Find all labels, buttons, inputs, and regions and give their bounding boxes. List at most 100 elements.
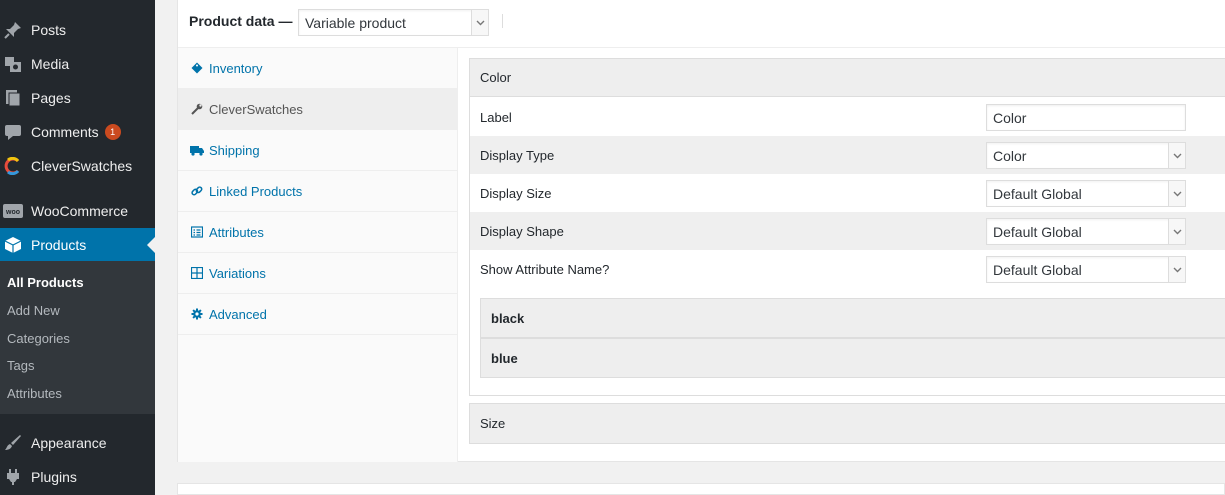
pages-icon (3, 88, 23, 108)
product-data-header: Product data — Variable product (178, 0, 1225, 48)
row-display-shape: Display Shape Default Global (470, 212, 1225, 250)
chevron-down-icon (1168, 257, 1185, 282)
row-display-type: Display Type Color (470, 136, 1225, 174)
row-show-attribute-name: Show Attribute Name? Default Global (470, 250, 1225, 288)
attribute-title: Color (480, 70, 512, 85)
tab-variations[interactable]: Variations (178, 253, 457, 294)
plugin-icon (3, 467, 23, 487)
svg-text:woo: woo (5, 209, 20, 216)
admin-sidebar: Posts Media Pages Comments 1 CleverSwatc… (0, 0, 155, 495)
attribute-title: Size (480, 416, 506, 431)
comment-icon (3, 122, 23, 142)
term-label: black (491, 310, 525, 326)
chevron-down-icon (1168, 181, 1185, 206)
label-input[interactable]: Color (986, 104, 1186, 131)
media-icon (3, 54, 23, 74)
list-icon (189, 226, 205, 238)
tab-attributes[interactable]: Attributes (178, 212, 457, 253)
menu-item-products[interactable]: Products (0, 228, 155, 262)
menu-item-plugins[interactable]: Plugins (0, 460, 155, 494)
attribute-box-size: Size (469, 403, 1225, 444)
products-box-icon (3, 235, 23, 255)
menu-item-appearance[interactable]: Appearance (0, 426, 155, 460)
paintbrush-icon (3, 433, 23, 453)
submenu-add-new[interactable]: Add New (7, 300, 60, 320)
menu-label: Pages (31, 90, 71, 106)
menu-item-pages[interactable]: Pages (0, 81, 155, 115)
tab-linked-products[interactable]: Linked Products (178, 171, 457, 212)
row-display-size: Display Size Default Global (470, 174, 1225, 212)
term-label: blue (491, 350, 518, 366)
tab-inventory[interactable]: Inventory (178, 48, 457, 89)
tab-cleverswatches[interactable]: CleverSwatches (178, 89, 457, 130)
link-icon (189, 185, 205, 197)
product-data-tabs: Inventory CleverSwatches Shipping Linked… (178, 48, 458, 462)
display-shape-select[interactable]: Default Global (986, 218, 1186, 245)
select-value: Color (993, 147, 1027, 164)
tab-label: Advanced (209, 306, 267, 322)
field-label: Display Size (480, 185, 552, 201)
label-input-value: Color (993, 109, 1027, 126)
menu-label: Products (31, 237, 87, 253)
term-black[interactable]: black (480, 298, 1225, 338)
field-label: Show Attribute Name? (480, 261, 610, 277)
cleverswatches-logo-icon (3, 156, 23, 176)
products-submenu: All Products Add New Categories Tags Att… (0, 261, 155, 414)
attribute-box-color: Color Label Color Display Type Color Dis… (469, 58, 1225, 396)
term-blue[interactable]: blue (480, 338, 1225, 378)
truck-icon (189, 145, 205, 156)
select-value: Default Global (993, 223, 1082, 240)
menu-label: Appearance (31, 435, 107, 451)
chevron-down-icon (1168, 219, 1185, 244)
chevron-down-icon (471, 10, 488, 35)
product-data-panel: Product data — Variable product Inventor… (177, 0, 1225, 462)
submenu-tags[interactable]: Tags (7, 355, 34, 375)
row-label: Label Color (470, 98, 1225, 136)
chevron-down-icon (1168, 143, 1185, 168)
tab-label: Attributes (209, 224, 264, 240)
display-size-select[interactable]: Default Global (986, 180, 1186, 207)
submenu-categories[interactable]: Categories (7, 328, 70, 348)
grid-icon (189, 267, 205, 279)
woocommerce-icon: woo (3, 201, 23, 221)
menu-label: Media (31, 56, 70, 72)
field-label: Display Type (480, 147, 555, 163)
menu-item-media[interactable]: Media (0, 47, 155, 81)
menu-label: CleverSwatches (31, 158, 133, 174)
tab-advanced[interactable]: Advanced (178, 294, 457, 335)
show-attribute-name-select[interactable]: Default Global (986, 256, 1186, 283)
tab-label: Variations (209, 265, 266, 281)
menu-label: Comments (31, 124, 99, 140)
wrench-icon (189, 103, 205, 115)
menu-label: Plugins (31, 469, 77, 485)
submenu-attributes[interactable]: Attributes (7, 383, 62, 403)
attribute-header-size[interactable]: Size (470, 404, 1225, 443)
product-data-title: Product data — (189, 13, 293, 29)
pushpin-icon (3, 20, 23, 40)
display-type-select[interactable]: Color (986, 142, 1186, 169)
header-divider (502, 14, 503, 28)
select-value: Default Global (993, 261, 1082, 278)
gear-icon (189, 308, 205, 320)
menu-item-posts[interactable]: Posts (0, 13, 155, 47)
menu-item-comments[interactable]: Comments 1 (0, 115, 155, 149)
comment-count-badge: 1 (104, 124, 121, 140)
tab-label: Shipping (209, 142, 260, 158)
field-label: Display Shape (480, 223, 564, 239)
submenu-all-products[interactable]: All Products (7, 272, 84, 292)
product-type-select[interactable]: Variable product (298, 9, 489, 36)
tab-label: Linked Products (209, 183, 303, 199)
attribute-header-color[interactable]: Color (470, 59, 1225, 97)
tab-label: CleverSwatches (209, 101, 303, 117)
menu-label: WooCommerce (31, 203, 128, 219)
next-metabox (177, 483, 1225, 495)
tag-icon (189, 62, 205, 74)
tab-shipping[interactable]: Shipping (178, 130, 457, 171)
menu-item-cleverswatches[interactable]: CleverSwatches (0, 149, 155, 183)
field-label: Label (480, 109, 512, 125)
tab-label: Inventory (209, 60, 263, 76)
product-type-value: Variable product (305, 14, 406, 31)
menu-label: Posts (31, 22, 67, 38)
menu-item-woocommerce[interactable]: woo WooCommerce (0, 194, 155, 228)
select-value: Default Global (993, 185, 1082, 202)
